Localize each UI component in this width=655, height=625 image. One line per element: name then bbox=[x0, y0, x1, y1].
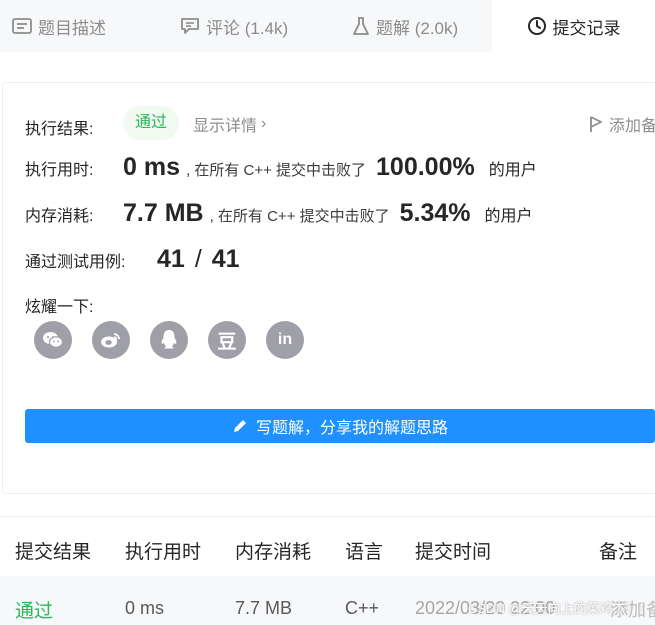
write-solution-button[interactable]: 写题解，分享我的解题思路 bbox=[25, 409, 655, 443]
row-memory: 7.7 MB bbox=[235, 598, 293, 618]
runtime-row: 执行用时: 0 ms , 在所有 C++ 提交中击败了 100.00% 的用户 bbox=[25, 153, 537, 182]
header-language: 语言 bbox=[345, 542, 384, 563]
row-result[interactable]: 通过 bbox=[15, 596, 53, 623]
status-badge: 通过 bbox=[123, 106, 180, 140]
add-note-button[interactable]: 添加备注 bbox=[589, 112, 655, 136]
tab-label: 评论 (1.4k) bbox=[206, 18, 289, 38]
show-details-label: 显示详情 bbox=[193, 118, 258, 135]
wechat-icon[interactable] bbox=[34, 321, 72, 359]
runtime-percent: 100.00% bbox=[376, 153, 475, 181]
linkedin-icon[interactable]: in bbox=[266, 321, 304, 359]
header-runtime: 执行用时 bbox=[125, 542, 202, 563]
tests-row: 通过测试用例: 41 / 41 bbox=[25, 245, 240, 274]
pencil-icon bbox=[233, 420, 246, 432]
tab-bar: 题目描述 评论 (1.4k) 题解 (2.0k) 提交记录 bbox=[0, 0, 655, 52]
description-icon bbox=[12, 18, 32, 34]
status-label: 执行结果: bbox=[25, 121, 94, 138]
memory-suffix: 的用户 bbox=[484, 208, 533, 225]
header-time: 提交时间 bbox=[415, 542, 492, 563]
chevron-right-icon: › bbox=[261, 115, 267, 132]
header-result: 提交结果 bbox=[15, 542, 92, 563]
flask-icon bbox=[353, 17, 369, 35]
write-solution-label: 写题解，分享我的解题思路 bbox=[255, 420, 448, 437]
comment-icon bbox=[181, 18, 199, 34]
tab-label: 题解 (2.0k) bbox=[376, 18, 459, 38]
flag-icon bbox=[590, 116, 602, 132]
add-note-label: 添加备注 bbox=[609, 118, 655, 135]
tests-separator: / bbox=[194, 245, 202, 273]
header-memory: 内存消耗 bbox=[235, 542, 312, 563]
memory-row: 内存消耗: 7.7 MB , 在所有 C++ 提交中击败了 5.34% 的用户 bbox=[25, 199, 533, 228]
runtime-value: 0 ms bbox=[123, 153, 180, 181]
runtime-label: 执行用时: bbox=[25, 162, 94, 179]
clock-icon bbox=[527, 17, 546, 35]
memory-text: , 在所有 C++ 提交中击败了 bbox=[209, 208, 390, 225]
runtime-suffix: 的用户 bbox=[488, 162, 537, 179]
header-note: 备注 bbox=[599, 542, 638, 563]
row-language: C++ bbox=[345, 598, 380, 618]
memory-percent: 5.34% bbox=[399, 199, 471, 227]
share-label: 炫耀一下: bbox=[25, 299, 94, 316]
memory-label: 内存消耗: bbox=[25, 208, 94, 225]
tab-label: 题目描述 bbox=[38, 18, 106, 38]
tab-label: 提交记录 bbox=[552, 18, 621, 38]
qq-icon[interactable] bbox=[150, 321, 188, 359]
submissions-table-header: 提交结果 执行用时 内存消耗 语言 提交时间 备注 bbox=[0, 516, 655, 576]
memory-value: 7.7 MB bbox=[123, 199, 204, 227]
tests-total: 41 bbox=[211, 245, 240, 273]
weibo-icon[interactable] bbox=[92, 321, 130, 359]
row-runtime: 0 ms bbox=[125, 598, 165, 618]
runtime-text: , 在所有 C++ 提交中击败了 bbox=[185, 162, 367, 179]
watermark: CSDN @天天向上的菜鸡杰！！ bbox=[468, 601, 652, 616]
show-details-link[interactable]: 显示详情 › bbox=[193, 112, 266, 136]
tests-label: 通过测试用例: bbox=[25, 254, 126, 271]
tab-comments[interactable]: 评论 (1.4k) bbox=[180, 0, 288, 52]
douban-icon[interactable]: 豆 bbox=[208, 321, 246, 359]
tab-solutions[interactable]: 题解 (2.0k) bbox=[352, 0, 458, 52]
tests-passed: 41 bbox=[157, 245, 185, 273]
tab-description[interactable]: 题目描述 bbox=[12, 0, 106, 52]
submission-result-card: 执行结果: 通过 显示详情 › 添加备注 执行用时: 0 ms , 在所有 C+… bbox=[2, 82, 655, 494]
tab-submissions[interactable]: 提交记录 bbox=[492, 0, 655, 52]
